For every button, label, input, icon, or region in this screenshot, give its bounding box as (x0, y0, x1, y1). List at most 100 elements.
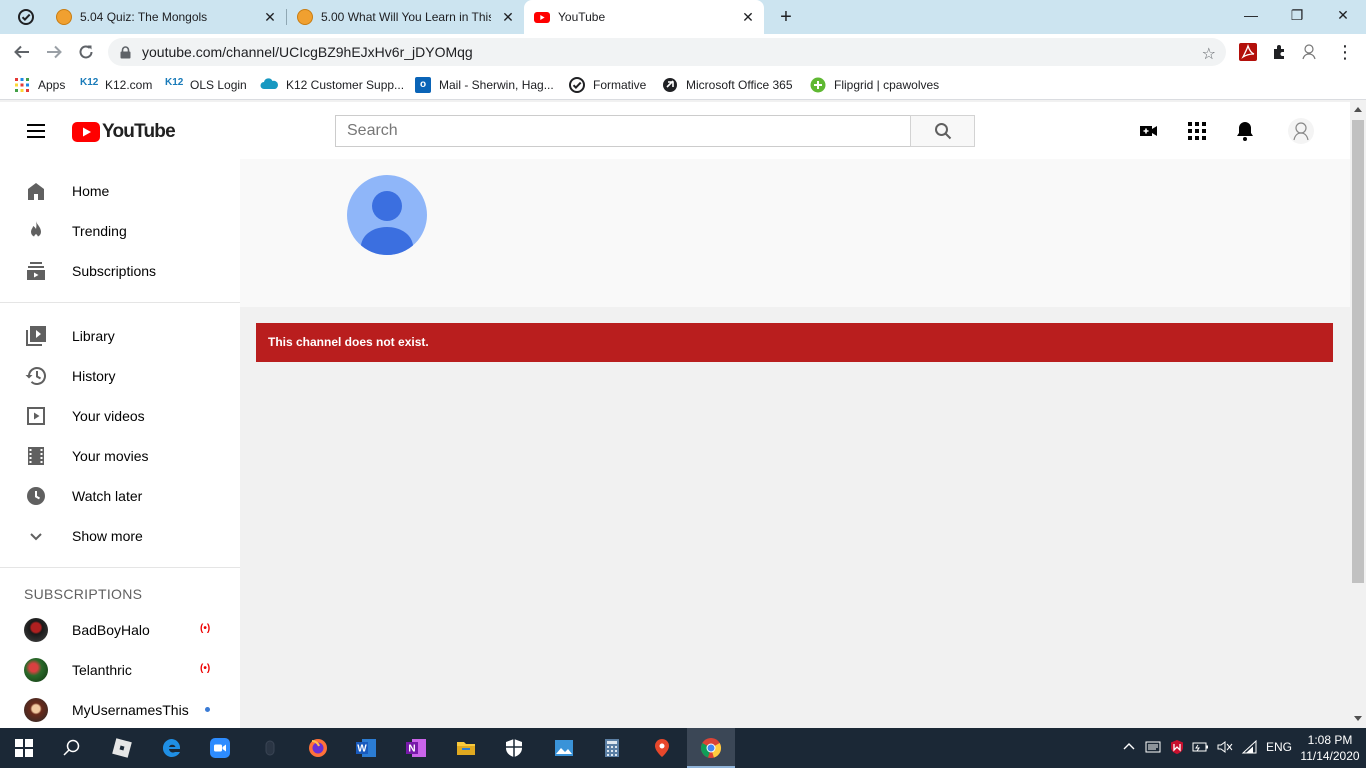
maps-app[interactable] (638, 728, 686, 768)
error-alert: This channel does not exist. (256, 323, 1333, 362)
windows-security-app[interactable] (490, 728, 538, 768)
language-indicator[interactable]: ENG (1266, 740, 1292, 754)
sidebar-item-label: Your videos (72, 408, 145, 424)
close-tab-icon[interactable]: ✕ (262, 9, 278, 25)
sidebar-item-your-videos[interactable]: Your videos (0, 396, 240, 436)
url-text[interactable]: youtube.com/channel/UCIcgBZ9hEJxHv6r_jDY… (142, 44, 473, 60)
sidebar-item-trending[interactable]: Trending (0, 211, 240, 251)
restore-button[interactable]: ❐ (1274, 0, 1320, 30)
profile-check-icon[interactable] (18, 9, 34, 25)
search-taskbar-button[interactable] (48, 728, 96, 768)
guide-sidebar: Home Trending Subscriptions Library Hist… (0, 159, 240, 728)
firefox-app[interactable] (294, 728, 342, 768)
tab-title: 5.00 What Will You Learn in This Unit (321, 10, 491, 24)
subscription-item[interactable]: BadBoyHalo (•) (0, 610, 240, 650)
tab-unit-overview[interactable]: 5.00 What Will You Learn in This Unit ✕ (287, 0, 524, 34)
bookmark-label: Flipgrid | cpawolves (834, 78, 940, 92)
guide-menu-button[interactable] (24, 119, 48, 143)
onenote-app[interactable]: N (392, 728, 440, 768)
word-icon: W (356, 739, 376, 757)
sidebar-item-home[interactable]: Home (0, 171, 240, 211)
bookmark-office365[interactable]: Microsoft Office 365 (662, 77, 793, 93)
back-button[interactable] (10, 40, 34, 64)
chevron-down-icon (24, 524, 48, 548)
photos-app[interactable] (540, 728, 588, 768)
tab-quiz-mongols[interactable]: 5.04 Quiz: The Mongols ✕ (46, 0, 286, 34)
apps-icon[interactable] (1185, 119, 1209, 143)
scroll-down-arrow-icon[interactable] (1354, 716, 1362, 721)
chrome-app[interactable] (687, 728, 735, 768)
bookmark-mail[interactable]: o Mail - Sherwin, Hag... (415, 77, 554, 93)
start-button[interactable] (0, 728, 48, 768)
scrollbar-thumb[interactable] (1352, 120, 1364, 583)
minimize-button[interactable]: — (1228, 0, 1274, 30)
zoom-app[interactable] (196, 728, 244, 768)
bookmark-formative[interactable]: Formative (569, 77, 646, 93)
windows-taskbar: W N ENG 1:08 PM 11/14/2020 (0, 728, 1366, 768)
word-app[interactable]: W (342, 728, 390, 768)
volume-muted-icon[interactable] (1216, 739, 1234, 758)
close-tab-icon[interactable]: ✕ (500, 9, 516, 25)
lock-icon[interactable] (120, 46, 131, 64)
reload-button[interactable] (74, 40, 98, 64)
roblox-app[interactable] (98, 728, 146, 768)
browser-menu-icon[interactable]: ⋮ (1336, 43, 1354, 61)
bookmark-k12-support[interactable]: K12 Customer Supp... (260, 77, 404, 93)
create-video-icon[interactable] (1137, 119, 1161, 143)
wifi-icon[interactable] (1241, 739, 1259, 758)
search-button[interactable] (910, 115, 975, 147)
bookmark-flipgrid[interactable]: Flipgrid | cpawolves (810, 77, 939, 93)
clock-time: 1:08 PM (1307, 733, 1353, 747)
youtube-header: YouTube (0, 102, 1350, 159)
onenote-icon: N (406, 739, 426, 757)
notifications-bell-icon[interactable] (1233, 119, 1257, 143)
subscription-name: MyUsernamesThis (72, 702, 189, 718)
search-input[interactable] (336, 116, 910, 146)
extensions-puzzle-icon[interactable] (1271, 43, 1289, 61)
avatar (24, 698, 48, 722)
close-window-button[interactable]: ✕ (1320, 0, 1366, 30)
mouse-app[interactable] (246, 728, 294, 768)
account-avatar[interactable] (1288, 118, 1314, 144)
fire-icon (24, 219, 48, 243)
k12-coin-icon (56, 9, 72, 25)
tab-youtube[interactable]: YouTube ✕ (524, 0, 764, 34)
edge-icon (162, 738, 181, 757)
bookmark-ols-login[interactable]: K12 OLS Login (165, 77, 247, 93)
roblox-icon (112, 738, 132, 758)
search-box[interactable] (335, 115, 911, 147)
tab-title: 5.04 Quiz: The Mongols (80, 10, 208, 24)
subscription-item[interactable]: Telanthric (•) (0, 650, 240, 690)
mcafee-shield-icon[interactable] (1169, 739, 1185, 758)
bookmark-k12[interactable]: K12 K12.com (80, 77, 152, 93)
tray-app-icon[interactable] (1145, 739, 1161, 758)
salesforce-cloud-icon (260, 77, 278, 93)
address-bar[interactable]: youtube.com/channel/UCIcgBZ9hEJxHv6r_jDY… (108, 38, 1226, 66)
profile-avatar-icon[interactable] (1300, 43, 1318, 61)
bookmark-label: OLS Login (190, 78, 247, 92)
calculator-app[interactable] (588, 728, 636, 768)
adobe-acrobat-icon[interactable] (1239, 43, 1257, 61)
bookmark-apps[interactable]: Apps (14, 77, 65, 93)
sidebar-show-more[interactable]: Show more (0, 516, 240, 556)
close-tab-icon[interactable]: ✕ (740, 9, 756, 25)
sidebar-item-label: History (72, 368, 116, 384)
subscription-item[interactable]: MyUsernamesThis (0, 690, 240, 728)
youtube-logo[interactable]: YouTube (72, 121, 176, 143)
page-scrollbar[interactable] (1350, 102, 1366, 728)
file-explorer-app[interactable] (442, 728, 490, 768)
sidebar-item-library[interactable]: Library (0, 316, 240, 356)
avatar (24, 618, 48, 642)
edge-app[interactable] (148, 728, 196, 768)
show-hidden-icons-chevron-icon[interactable] (1122, 739, 1136, 756)
forward-button[interactable] (42, 40, 66, 64)
new-tab-button[interactable]: + (776, 7, 796, 27)
bookmark-star-icon[interactable]: ☆ (1202, 44, 1216, 64)
sidebar-item-your-movies[interactable]: Your movies (0, 436, 240, 476)
scroll-up-arrow-icon[interactable] (1354, 107, 1362, 112)
system-clock[interactable]: 1:08 PM 11/14/2020 (1298, 732, 1362, 764)
sidebar-item-history[interactable]: History (0, 356, 240, 396)
sidebar-item-watch-later[interactable]: Watch later (0, 476, 240, 516)
sidebar-item-subscriptions[interactable]: Subscriptions (0, 251, 240, 291)
battery-plug-icon[interactable] (1192, 739, 1210, 758)
